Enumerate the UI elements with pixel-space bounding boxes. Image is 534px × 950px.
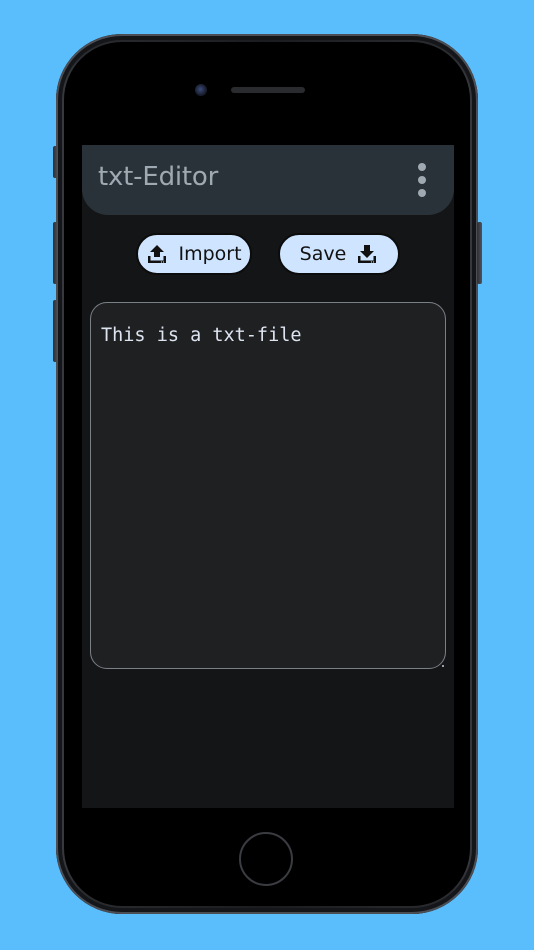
save-button-label: Save — [299, 243, 347, 265]
mute-switch — [53, 146, 58, 178]
volume-down-button — [53, 300, 58, 362]
resize-handle[interactable] — [442, 665, 444, 667]
download-icon — [358, 245, 377, 263]
editor-content[interactable]: This is a txt-file — [101, 325, 435, 346]
import-button[interactable]: Import — [136, 233, 252, 275]
more-vertical-icon[interactable] — [416, 163, 428, 197]
app-title: txt-Editor — [98, 162, 219, 192]
home-button[interactable] — [239, 832, 293, 886]
front-camera — [195, 84, 207, 96]
text-editor[interactable]: This is a txt-file — [90, 302, 446, 669]
upload-icon — [148, 245, 167, 263]
app-bar: txt-Editor — [82, 145, 454, 215]
app-screen: txt-Editor Import Save This is a txt-fil… — [82, 145, 454, 808]
import-button-label: Import — [178, 243, 242, 265]
page: txt-Editor Import Save This is a txt-fil… — [0, 0, 534, 950]
save-button[interactable]: Save — [278, 233, 400, 275]
power-button — [477, 222, 482, 284]
earpiece-speaker — [231, 87, 305, 93]
volume-up-button — [53, 222, 58, 284]
